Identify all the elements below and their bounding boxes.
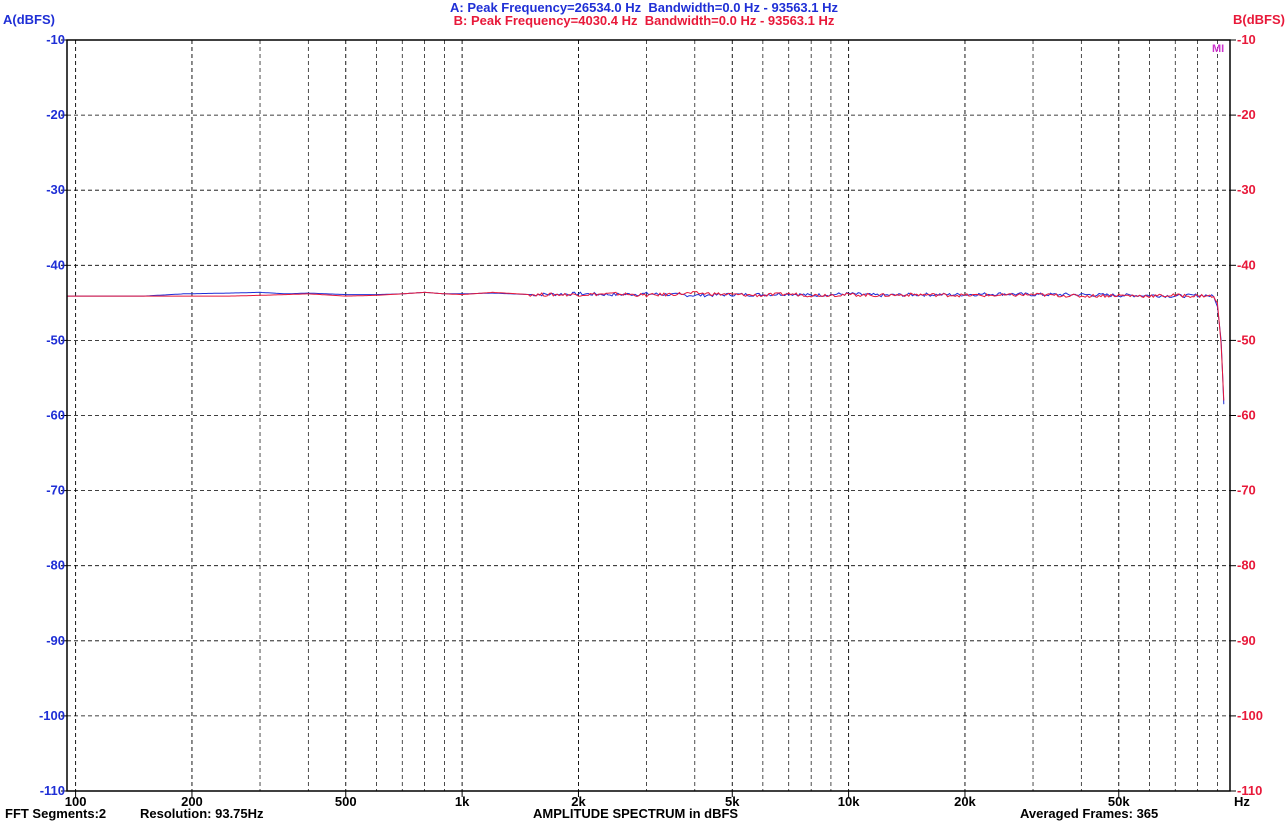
- y-tick-label-left: -70: [46, 483, 65, 498]
- y-tick-label-right: -20: [1237, 107, 1256, 122]
- x-tick-label: 1k: [455, 794, 470, 809]
- footer-resolution: Resolution: 93.75Hz: [140, 806, 264, 821]
- y-tick-label-left: -30: [46, 182, 65, 197]
- y-tick-label-right: -70: [1237, 483, 1256, 498]
- y-tick-label-left: -10: [46, 32, 65, 47]
- footer-averaged-frames: Averaged Frames: 365: [1020, 806, 1159, 821]
- y-tick-label-right: -60: [1237, 408, 1256, 423]
- y-tick-label-left: -110: [40, 783, 65, 798]
- y-tick-label-right: -50: [1237, 332, 1256, 347]
- x-axis-unit: Hz: [1234, 794, 1250, 809]
- y-tick-label-right: -90: [1237, 633, 1256, 648]
- footer-fft-segments: FFT Segments:2: [5, 806, 107, 821]
- series-b-trace: [67, 290, 1225, 401]
- y-tick-label-right: -30: [1237, 182, 1256, 197]
- y-tick-label-left: -60: [46, 408, 65, 423]
- y-tick-label-left: -40: [46, 257, 65, 272]
- x-tick-label: 500: [335, 794, 357, 809]
- y-tick-label-left: -100: [39, 708, 65, 723]
- y-tick-label-left: -20: [46, 107, 65, 122]
- y-tick-label-right: -40: [1237, 257, 1256, 272]
- y-tick-label-right: -10: [1237, 32, 1256, 47]
- marker-label: MI: [1212, 43, 1224, 55]
- y-tick-label-right: -80: [1237, 558, 1256, 573]
- footer-title: AMPLITUDE SPECTRUM in dBFS: [533, 806, 739, 821]
- x-tick-label: 20k: [954, 794, 976, 809]
- x-tick-label: 10k: [838, 794, 860, 809]
- y-tick-label-right: -100: [1237, 708, 1263, 723]
- series-a-trace: [67, 291, 1225, 405]
- amplitude-spectrum-chart: -10 -10 -20 -20 -30 -30 -40 -40 -50 -50 -60 -60 -70 -…: [39, 32, 1263, 809]
- y-tick-label-left: -50: [46, 332, 65, 347]
- y-tick-label-left: -90: [46, 633, 65, 648]
- y-tick-label-left: -80: [46, 558, 65, 573]
